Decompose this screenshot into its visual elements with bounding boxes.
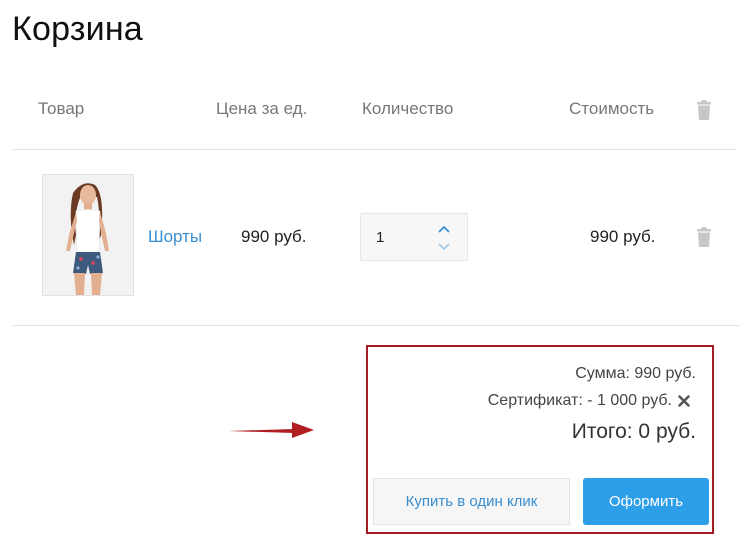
clear-cart-trash-icon[interactable] [696,100,712,125]
remove-item-trash-icon[interactable] [696,227,712,252]
quantity-input[interactable]: 1 [376,229,384,246]
close-icon[interactable] [677,394,691,408]
quantity-stepper[interactable]: 1 [360,213,468,261]
cart-summary: Сумма: 990 руб. Сертификат: - 1 000 руб.… [366,345,714,534]
header-product: Товар [38,99,85,118]
header-quantity: Количество [362,99,454,118]
header-cost: Стоимость [569,99,655,118]
product-thumbnail[interactable] [42,174,134,296]
unit-price: 990 руб. [241,227,307,246]
page-title: Корзина [12,10,143,48]
checkout-button[interactable]: Оформить [583,478,709,525]
summary-sum: Сумма: 990 руб. [575,365,696,382]
arrow-right-icon [228,422,314,438]
table-row: Шорты 990 руб. 1 990 руб. [13,150,736,325]
product-name-link[interactable]: Шорты [148,227,202,247]
row-cost: 990 руб. [590,227,656,246]
chevron-down-icon[interactable] [437,240,451,252]
summary-certificate: Сертификат: - 1 000 руб. [487,392,672,409]
summary-total: Итого: 0 руб. [571,420,696,443]
buy-one-click-button[interactable]: Купить в один клик [373,478,570,525]
cart-table-header: Товар Цена за ед. Количество Стоимость [13,88,736,130]
header-unit-price: Цена за ед. [216,99,308,118]
row-divider [13,325,740,326]
chevron-up-icon[interactable] [437,222,451,234]
